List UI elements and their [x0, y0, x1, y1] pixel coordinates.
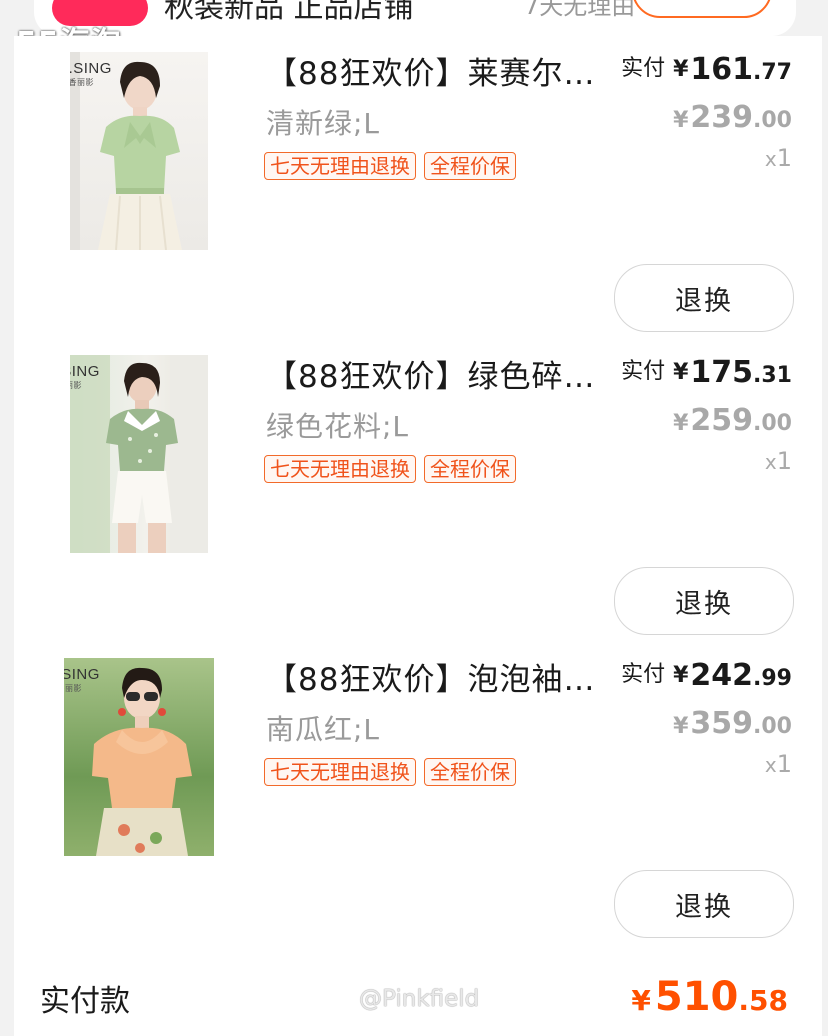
return-policy-tag: 七天无理由退换: [264, 758, 416, 786]
product-variant: 绿色花料;L: [266, 410, 410, 443]
product-title[interactable]: 【88狂欢价】泡泡袖…: [266, 654, 596, 699]
quantity: x1: [764, 447, 792, 475]
store-banner-text: 秋装新品 正品店铺: [164, 0, 414, 25]
return-exchange-button[interactable]: 退换: [614, 264, 794, 332]
order-item[interactable]: Y.SING衣香丽影 【88狂欢价】莱赛尔… 清新绿;L 七天无理由退换 全程价…: [14, 36, 822, 338]
service-tags: 七天无理由退换 全程价保: [264, 152, 516, 180]
order-detail-page: 秋装新品 正品店铺 7天无理由 55海淘: [0, 0, 828, 1036]
original-price: ¥239.00: [673, 100, 792, 135]
original-price: ¥259.00: [673, 403, 792, 438]
product-thumbnail[interactable]: Y.SING衣香丽影: [70, 355, 208, 553]
total-paid-amount: ¥510.58: [631, 974, 788, 1020]
paid-price: 实付 ¥161.77: [621, 52, 792, 87]
brand-logo: Y.SING衣香丽影: [70, 363, 100, 390]
order-items-card: Y.SING衣香丽影 【88狂欢价】莱赛尔… 清新绿;L 七天无理由退换 全程价…: [14, 36, 822, 1036]
price-protection-tag: 全程价保: [424, 758, 516, 786]
return-policy-tag: 七天无理由退换: [264, 455, 416, 483]
product-title[interactable]: 【88狂欢价】莱赛尔…: [266, 48, 596, 93]
brand-logo: Y.SING衣香丽影: [70, 60, 112, 87]
enter-store-button[interactable]: [632, 0, 772, 18]
price-protection-tag: 全程价保: [424, 152, 516, 180]
return-exchange-button[interactable]: 退换: [614, 870, 794, 938]
return-exchange-button[interactable]: 退换: [614, 567, 794, 635]
paid-price: 实付 ¥175.31: [621, 355, 792, 390]
product-variant: 南瓜红;L: [266, 713, 381, 746]
order-item[interactable]: Y.SING衣香丽影 【88狂欢价】泡泡袖… 南瓜红;L 七天无理由退换 全程价…: [14, 642, 822, 944]
store-banner-tag: 7天无理由: [524, 0, 636, 20]
user-watermark: @Pinkfield: [359, 986, 480, 1012]
quantity: x1: [764, 750, 792, 778]
brand-logo: Y.SING衣香丽影: [64, 666, 100, 693]
quantity: x1: [764, 144, 792, 172]
product-variant: 清新绿;L: [266, 107, 381, 140]
service-tags: 七天无理由退换 全程价保: [264, 758, 516, 786]
product-thumbnail[interactable]: Y.SING衣香丽影: [64, 658, 214, 856]
return-policy-tag: 七天无理由退换: [264, 152, 416, 180]
order-item[interactable]: Y.SING衣香丽影 【88狂欢价】绿色碎… 绿色花料;L 七天无理由退换 全程…: [14, 339, 822, 641]
price-protection-tag: 全程价保: [424, 455, 516, 483]
product-thumbnail[interactable]: Y.SING衣香丽影: [70, 52, 208, 250]
product-title[interactable]: 【88狂欢价】绿色碎…: [266, 351, 596, 396]
service-tags: 七天无理由退换 全程价保: [264, 455, 516, 483]
store-banner[interactable]: 秋装新品 正品店铺 7天无理由: [34, 0, 796, 36]
order-total-row: 实付款 @Pinkfield ¥510.58: [14, 966, 822, 1036]
original-price: ¥359.00: [673, 706, 792, 741]
total-paid-label: 实付款: [40, 984, 130, 1019]
paid-price: 实付 ¥242.99: [621, 658, 792, 693]
